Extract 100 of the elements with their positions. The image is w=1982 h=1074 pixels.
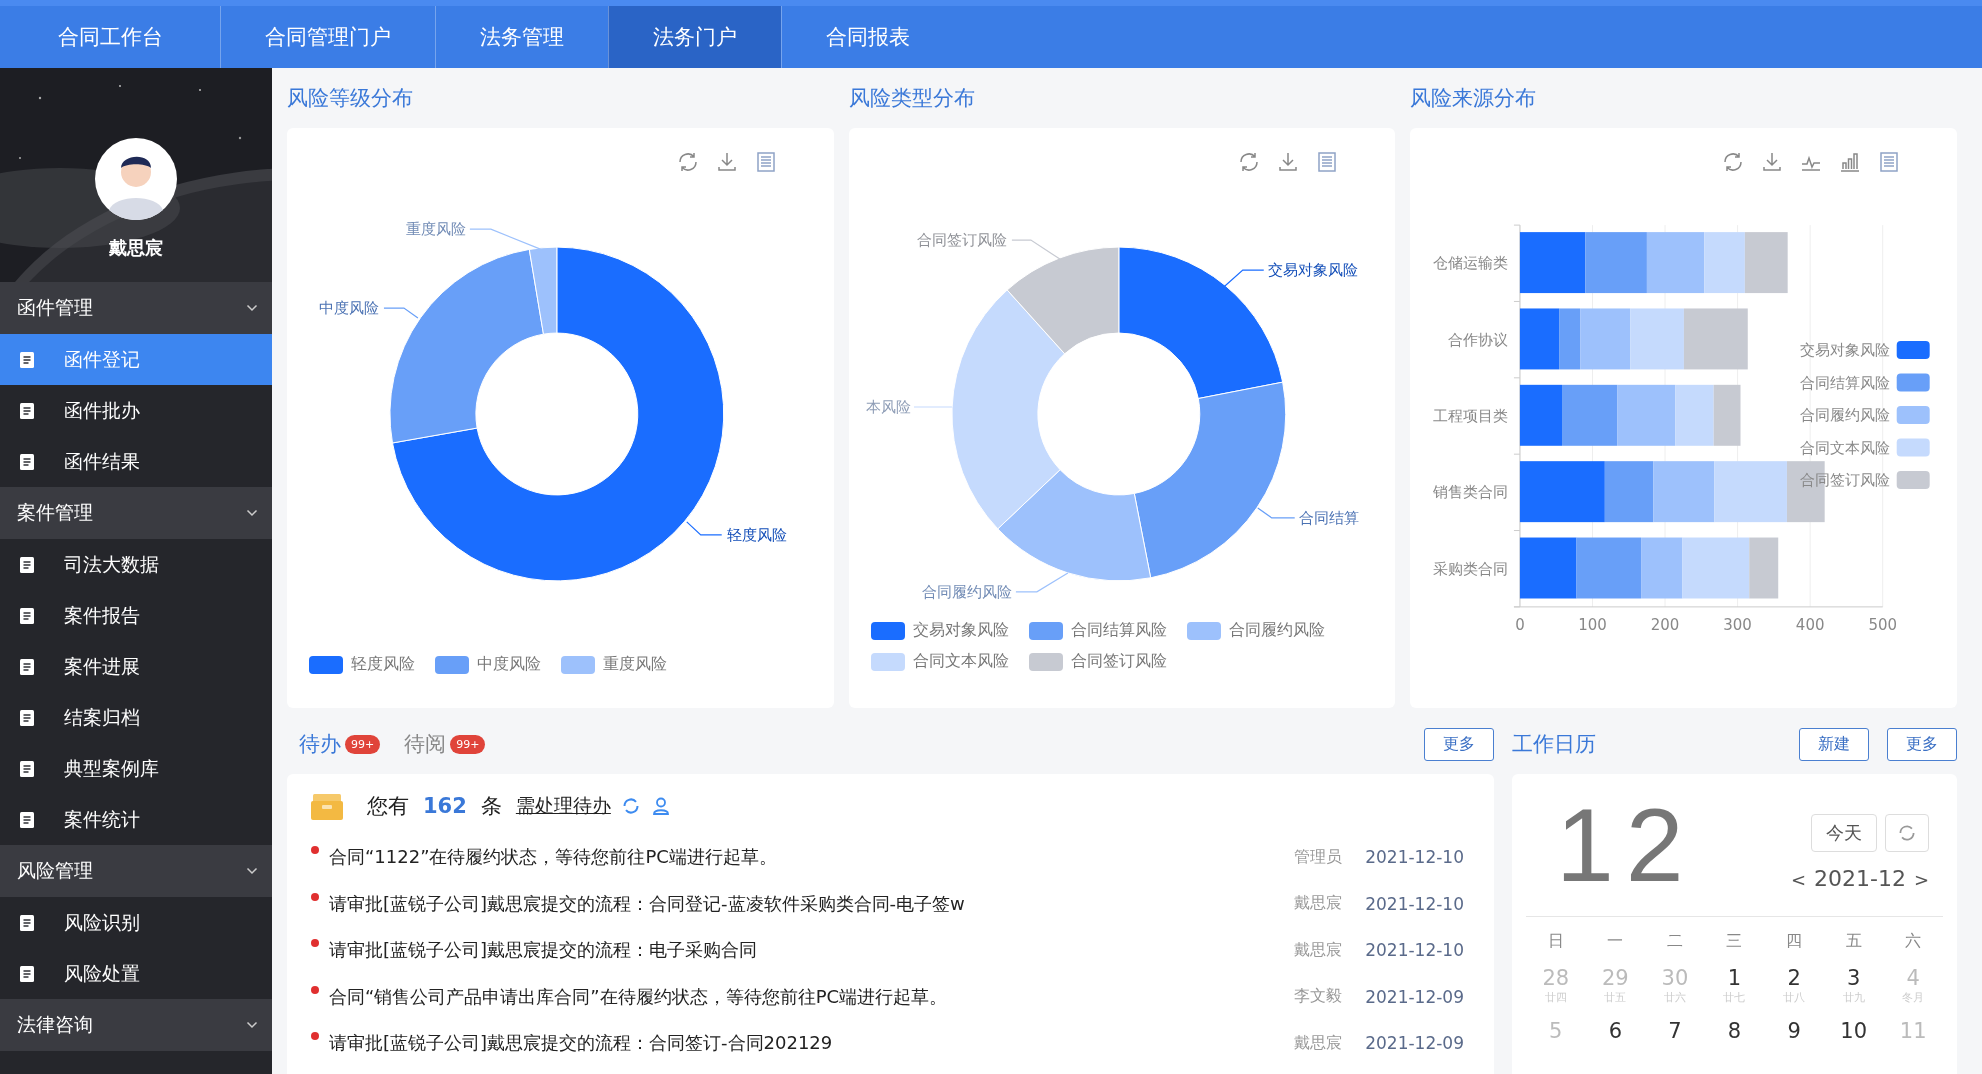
todo-text[interactable]: 请审批[蓝锐子公司]戴思宸提交的流程：电子采购合同 [329,938,1294,963]
todo-date: 2021-12-09 [1364,1033,1464,1054]
count-badge: 99+ [450,734,486,754]
count-badge: 99+ [345,734,381,754]
data-view-icon[interactable] [1877,150,1901,174]
day-number[interactable]: 1 [1727,966,1742,990]
tick-label: 500 [1868,616,1898,635]
document-icon [20,658,34,675]
todo-tab[interactable]: 待阅 99+ [404,730,486,758]
todo-author: 戴思宸 [1294,939,1343,961]
menu-item[interactable]: 结案归档 [0,692,272,743]
inbox-icon [311,792,343,820]
legend-item[interactable]: 重度风险 [561,654,667,675]
todo-count: 162 [423,794,467,818]
day-number[interactable]: 6 [1608,1019,1623,1043]
weekday-label: 日 [1547,931,1564,952]
menu-item[interactable]: 函件结果 [0,436,272,487]
current-day: 12 [1556,790,1696,916]
user-icon[interactable] [650,796,671,816]
weekday-label: 六 [1905,931,1922,952]
todo-text[interactable]: 合同“1122”在待履约状态，等待您前往PC端进行起草。 [329,845,1294,870]
day-number[interactable]: 7 [1668,1019,1682,1043]
section-title: 风险类型分布 [848,85,976,112]
day-number[interactable]: 8 [1727,1019,1742,1043]
menu-item[interactable]: 案件统计 [0,794,272,845]
category-label: 采购类合同 [1433,559,1509,578]
category-label: 销售类合同 [1433,483,1509,502]
menu-group-header[interactable]: 法律咨询 [0,999,272,1051]
bullet-icon [311,1032,319,1040]
todo-date: 2021-12-10 [1364,893,1464,914]
leader-line [1222,269,1264,288]
bar-chart-icon[interactable] [1838,150,1862,174]
todo-tab[interactable]: 待办 99+ [299,730,381,758]
user-name: 戴思宸 [109,236,163,260]
weekday-label: 三 [1726,931,1743,952]
legend-item[interactable]: 合同签订风险 [1028,651,1167,672]
legend-item[interactable]: 合同履约风险 [1186,620,1325,641]
category-label: 工程项目类 [1433,407,1509,426]
todo-text[interactable]: 合同“销售公司产品申请出库合同”在待履约状态，等待您前往PC端进行起草。 [329,984,1294,1009]
menu-item[interactable]: 风险处置 [0,948,272,999]
document-icon [20,453,34,470]
today-button[interactable]: 今天 [1811,814,1877,852]
todo-text[interactable]: 请审批[蓝锐子公司]戴思宸提交的流程：合同签订-合同202129 [329,1031,1294,1056]
bullet-icon [311,985,319,994]
menu-group-header[interactable]: 风险管理 [0,845,272,897]
download-icon[interactable] [1760,150,1784,174]
calendar-button[interactable]: 更多 [1887,727,1957,761]
todo-author: 戴思宸 [1294,1032,1343,1054]
chevron-down-icon [246,867,258,875]
legend-item[interactable]: 合同结算风险 [1028,620,1167,641]
more-button[interactable]: 更多 [1424,727,1494,761]
legend-label[interactable]: 合同履约风险 [1800,406,1891,425]
day-number[interactable]: 3 [1846,966,1861,990]
pending-link[interactable]: 需处理待办 [515,793,611,819]
menu-item[interactable]: 司法大数据 [0,539,272,590]
day-number[interactable]: 10 [1840,1019,1867,1043]
legend-label[interactable]: 合同文本风险 [1800,438,1891,457]
menu-item[interactable]: 函件登记 [0,334,272,385]
nav-tab[interactable]: 合同报表 [781,6,954,68]
legend-item[interactable]: 轻度风险 [309,654,415,675]
day-number[interactable]: 2 [1787,966,1801,990]
refresh-button[interactable] [1885,814,1929,852]
leader-line [1256,507,1295,519]
document-icon [20,811,34,828]
tick-label: 200 [1651,616,1680,635]
legend-label[interactable]: 合同结算风险 [1800,373,1891,392]
leader-line [686,521,723,536]
calendar-button[interactable]: 新建 [1799,727,1869,761]
prev-month-button[interactable]: < [1790,869,1806,890]
legend-label[interactable]: 合同签订风险 [1800,471,1891,490]
slice-label: 交易对象风险 [1267,261,1358,280]
legend-item[interactable]: 合同文本风险 [870,651,1009,672]
next-month-button[interactable]: > [1913,869,1929,890]
legend-item[interactable]: 中度风险 [435,654,541,675]
nav-tab[interactable]: 法务门户 [608,6,781,68]
day-number[interactable]: 9 [1787,1019,1801,1043]
menu-item[interactable]: 案件进展 [0,641,272,692]
tick-label: 100 [1578,616,1608,635]
weekday-label: 一 [1607,931,1624,952]
menu-item[interactable]: 风险识别 [0,897,272,948]
category-label: 仓储运输类 [1433,254,1509,273]
slice-label: 轻度风险 [726,526,787,545]
legend-label[interactable]: 交易对象风险 [1800,341,1891,360]
tick-label: 0 [1515,616,1526,635]
weekday-label: 四 [1786,931,1803,952]
refresh-icon[interactable] [1721,150,1745,174]
menu-item[interactable]: 案件报告 [0,590,272,641]
todo-text[interactable]: 请审批[蓝锐子公司]戴思宸提交的流程：合同登记-蓝凌软件采购类合同-电子签w [329,891,1294,916]
nav-tab[interactable]: 合同工作台 [0,6,220,68]
menu-group-header[interactable]: 案件管理 [0,487,272,539]
menu-item[interactable]: 函件批办 [0,385,272,436]
document-icon [20,402,34,419]
section-title: 工作日历 [1512,731,1596,758]
legend-item[interactable]: 交易对象风险 [870,620,1009,641]
document-icon [20,607,34,624]
document-icon [20,965,34,982]
month-label: 2021-12 [1814,866,1906,891]
slice-label: 重度风险 [405,220,466,239]
menu-group-header[interactable]: 函件管理 [0,282,272,334]
menu-item[interactable]: 典型案例库 [0,743,272,794]
